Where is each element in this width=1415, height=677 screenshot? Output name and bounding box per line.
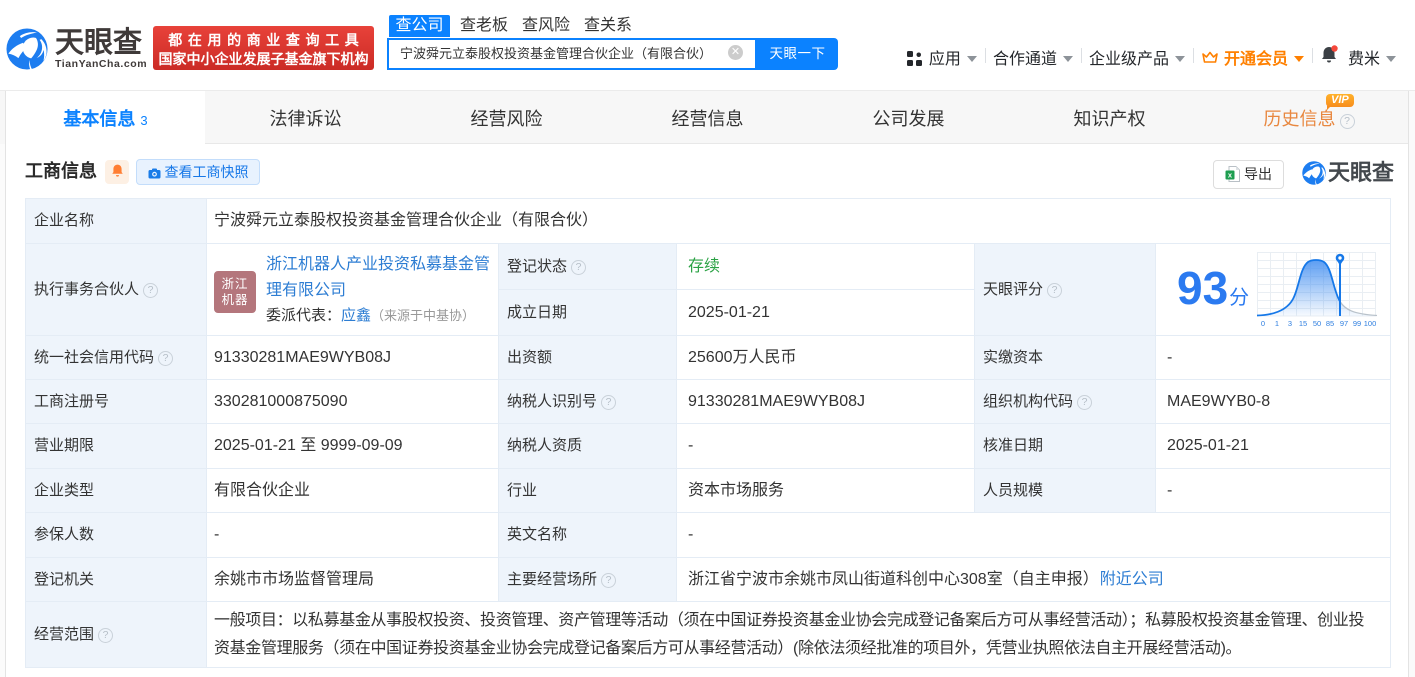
svg-text:99: 99 bbox=[1353, 319, 1361, 328]
svg-text:3: 3 bbox=[1288, 319, 1292, 328]
svg-text:15: 15 bbox=[1299, 319, 1307, 328]
svg-text:97: 97 bbox=[1340, 319, 1348, 328]
svg-text:100: 100 bbox=[1364, 319, 1377, 328]
svg-text:50: 50 bbox=[1313, 319, 1321, 328]
svg-text:0: 0 bbox=[1261, 319, 1265, 328]
svg-text:85: 85 bbox=[1326, 319, 1334, 328]
svg-text:1: 1 bbox=[1275, 319, 1279, 328]
